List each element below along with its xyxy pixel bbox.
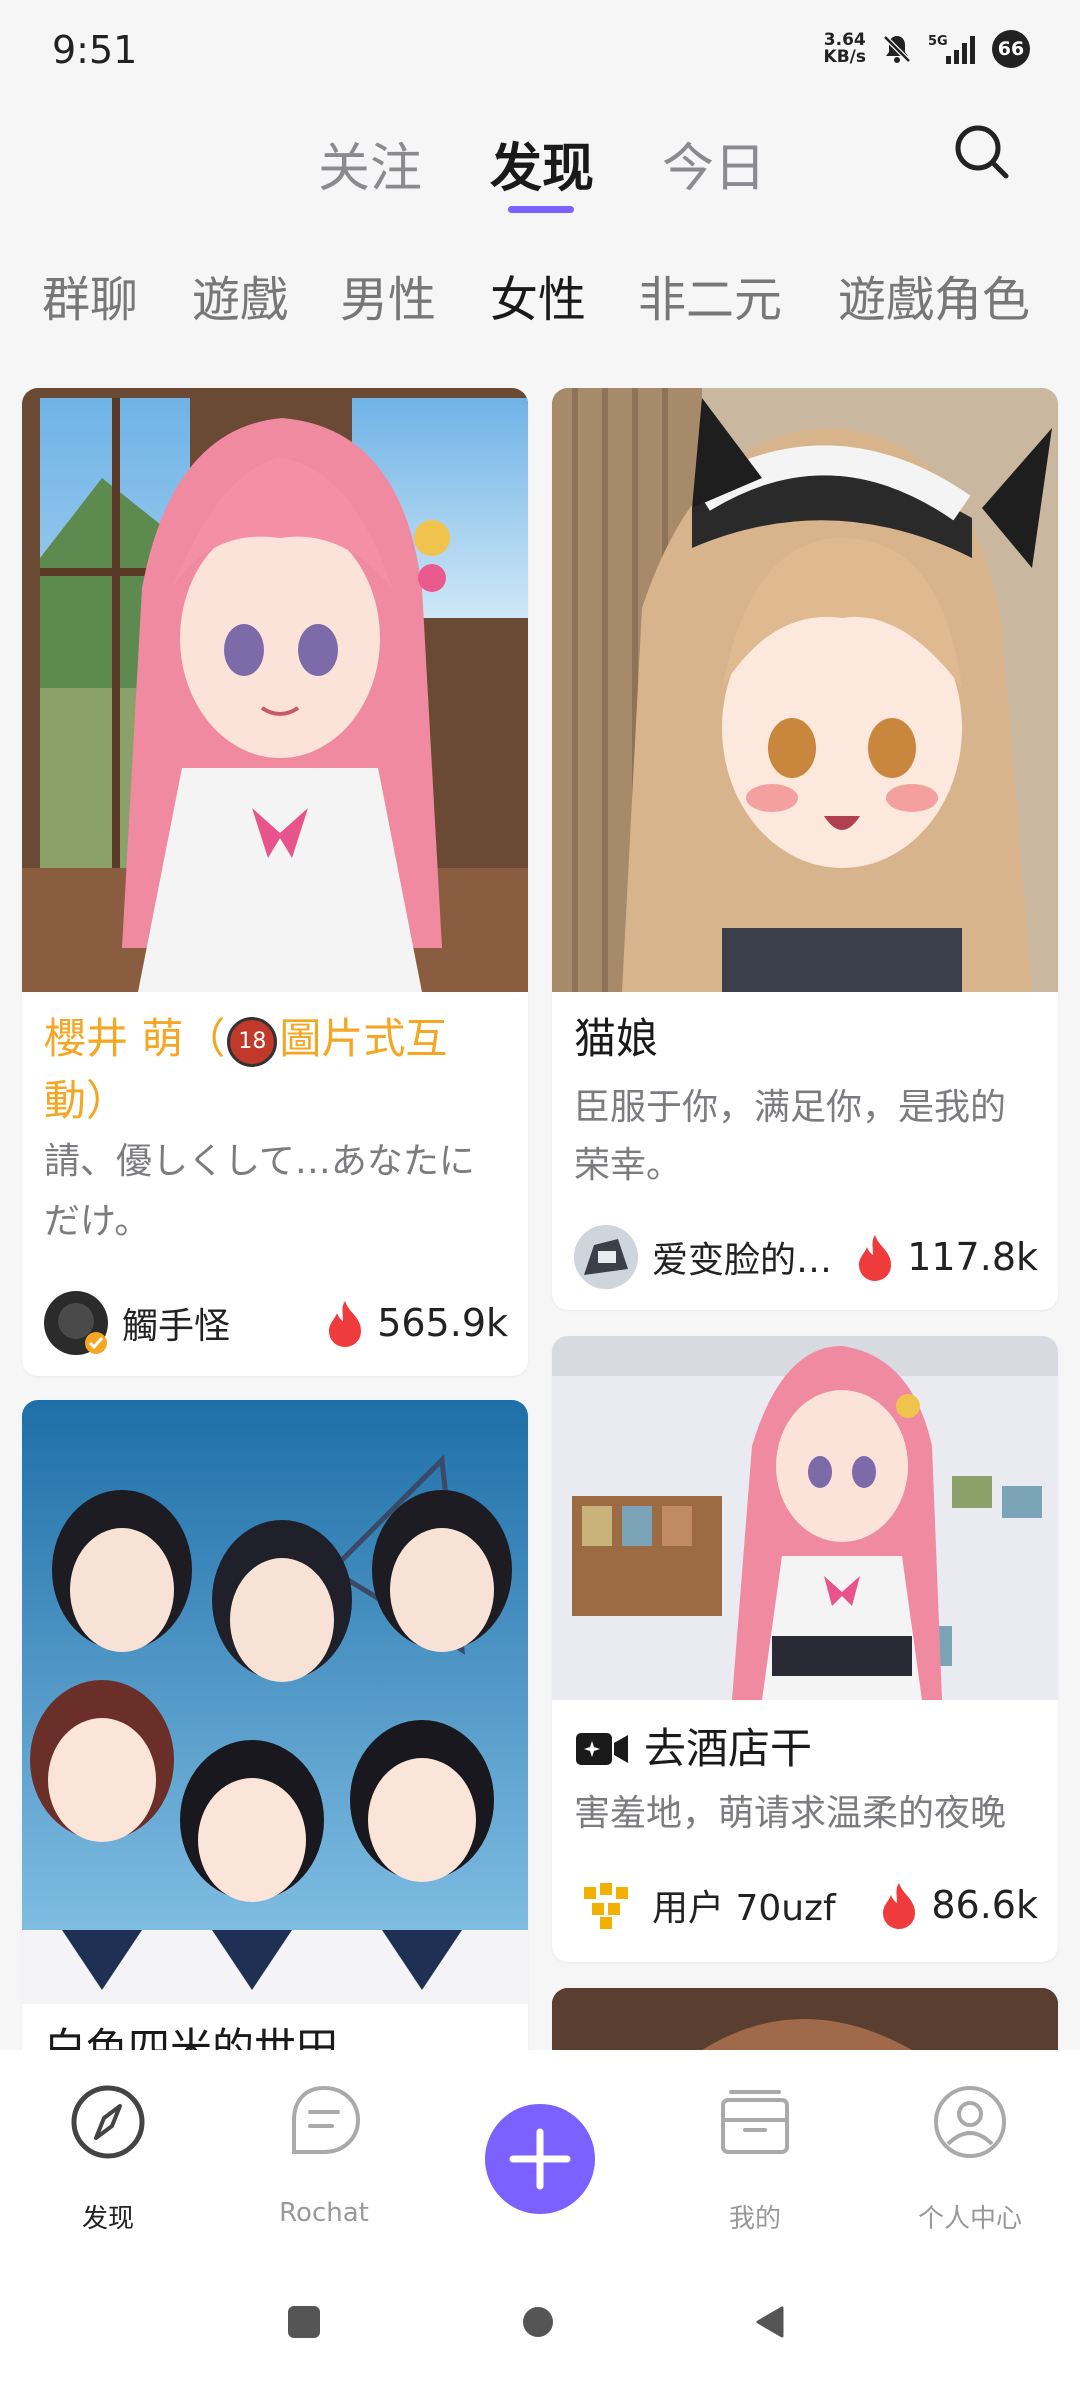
system-navigation-bar [0, 2250, 1080, 2400]
nav-mine-label: 我的 [728, 2204, 781, 2234]
nav-discover[interactable]: 发现 [28, 2050, 188, 2234]
category-non-binary[interactable]: 非二元 [638, 260, 782, 330]
card-title-line2: 動） [44, 1076, 129, 1125]
network-type: 5G [928, 34, 948, 49]
popularity-count: 117.8k [907, 1235, 1038, 1279]
card-title: 櫻井 萌（ 18 圖片式互 [44, 1008, 447, 1070]
character-image [552, 1336, 1058, 1700]
active-tab-indicator [508, 206, 574, 213]
card-title: 去酒店干 [574, 1718, 812, 1780]
tab-following[interactable]: 关注 [318, 126, 422, 201]
signal-icon: 5G [928, 34, 975, 64]
card-footer: 用户 70uzf 86.6k [574, 1872, 1038, 1938]
card-title-partial: 白色四米的世田 [44, 2024, 339, 2050]
create-button[interactable] [485, 2104, 595, 2214]
character-image [22, 1400, 528, 2004]
author-name[interactable]: 爱变脸的… [652, 1231, 855, 1283]
cards-icon [721, 2090, 789, 2154]
tab-today[interactable]: 今日 [662, 126, 766, 201]
fire-icon [883, 1883, 916, 1929]
battery-indicator: 66 [992, 30, 1030, 68]
plus-icon [509, 2128, 571, 2190]
nav-profile-label: 个人中心 [917, 2204, 1022, 2234]
search-icon[interactable] [950, 120, 1014, 184]
net-speed: 3.64 KB/s [823, 30, 866, 67]
nav-mine[interactable]: 我的 [675, 2050, 835, 2234]
verified-badge-icon [58, 1303, 107, 1354]
category-games[interactable]: 遊戲 [192, 260, 288, 330]
popularity-count: 86.6k [931, 1883, 1038, 1927]
mute-bell-icon [883, 35, 911, 63]
avatar-image [574, 1225, 638, 1289]
nav-rochat[interactable]: Rochat [244, 2050, 404, 2230]
nav-discover-label: 发现 [81, 2204, 134, 2234]
home-icon[interactable] [520, 2304, 556, 2340]
character-card[interactable] [552, 1988, 1058, 2050]
character-image [552, 388, 1058, 992]
fire-icon [329, 1301, 362, 1347]
recent-apps-icon[interactable] [286, 2304, 322, 2340]
author-name[interactable]: 用户 70uzf [652, 1879, 879, 1931]
character-card[interactable]: 去酒店干 害羞地，萌请求温柔的夜晚 用户 70uzf 86.6k [552, 1336, 1058, 1962]
character-card[interactable]: 櫻井 萌（ 18 圖片式互 動） 請、優しくして…あなたに だけ。 觸手怪 565.… [22, 388, 528, 1376]
person-icon [934, 2086, 1006, 2158]
chat-bubble-icon [292, 2085, 361, 2154]
author-name[interactable]: 觸手怪 [122, 1297, 325, 1349]
avatar[interactable] [44, 1291, 108, 1355]
card-description: 請、優しくして…あなたに [44, 1141, 475, 1182]
status-bar: 9:51 3.64 KB/s 5G 66 [0, 0, 1080, 100]
card-description-line2: 荣幸。 [574, 1145, 683, 1186]
age-rating-badge: 18 [227, 1016, 278, 1067]
top-tabs: 关注 发现 今日 [0, 120, 1080, 220]
avatar[interactable] [574, 1225, 638, 1289]
character-image [552, 1988, 1058, 2050]
fire-icon [859, 1235, 892, 1281]
category-male[interactable]: 男性 [340, 260, 436, 330]
tab-discover[interactable]: 发现 [490, 126, 594, 201]
status-time: 9:51 [52, 28, 138, 72]
category-group-chat[interactable]: 群聊 [42, 260, 138, 330]
character-image [22, 388, 528, 992]
card-description: 臣服于你，满足你，是我的 [574, 1087, 1007, 1128]
category-row: 群聊 遊戲 男性 女性 非二元 遊戲角色 [42, 260, 1080, 330]
compass-icon [71, 2085, 145, 2159]
nav-rochat-label: Rochat [279, 2198, 369, 2228]
card-footer: 爱变脸的… 117.8k [574, 1224, 1038, 1290]
bottom-navigation: 发现 Rochat 我的 个人中心 [0, 2050, 1080, 2250]
avatar[interactable] [574, 1873, 638, 1937]
popularity-count: 565.9k [377, 1301, 508, 1345]
category-female[interactable]: 女性 [490, 260, 586, 330]
category-game-characters[interactable]: 遊戲角色 [838, 260, 1030, 330]
card-title: 猫娘 [574, 1014, 659, 1063]
card-description: 害羞地，萌请求温柔的夜晚 [574, 1793, 1007, 1834]
video-camera-icon [576, 1733, 628, 1765]
card-description-line2: だけ。 [44, 1201, 151, 1242]
character-card[interactable]: 猫娘 臣服于你，满足你，是我的 荣幸。 爱变脸的… 117.8k [552, 388, 1058, 1310]
status-icons: 3.64 KB/s 5G 66 [824, 30, 1030, 68]
card-footer: 觸手怪 565.9k [44, 1290, 508, 1356]
back-icon[interactable] [752, 2304, 788, 2340]
character-card[interactable]: 白色四米的世田 [22, 1400, 528, 2050]
nav-profile[interactable]: 个人中心 [890, 2050, 1050, 2234]
